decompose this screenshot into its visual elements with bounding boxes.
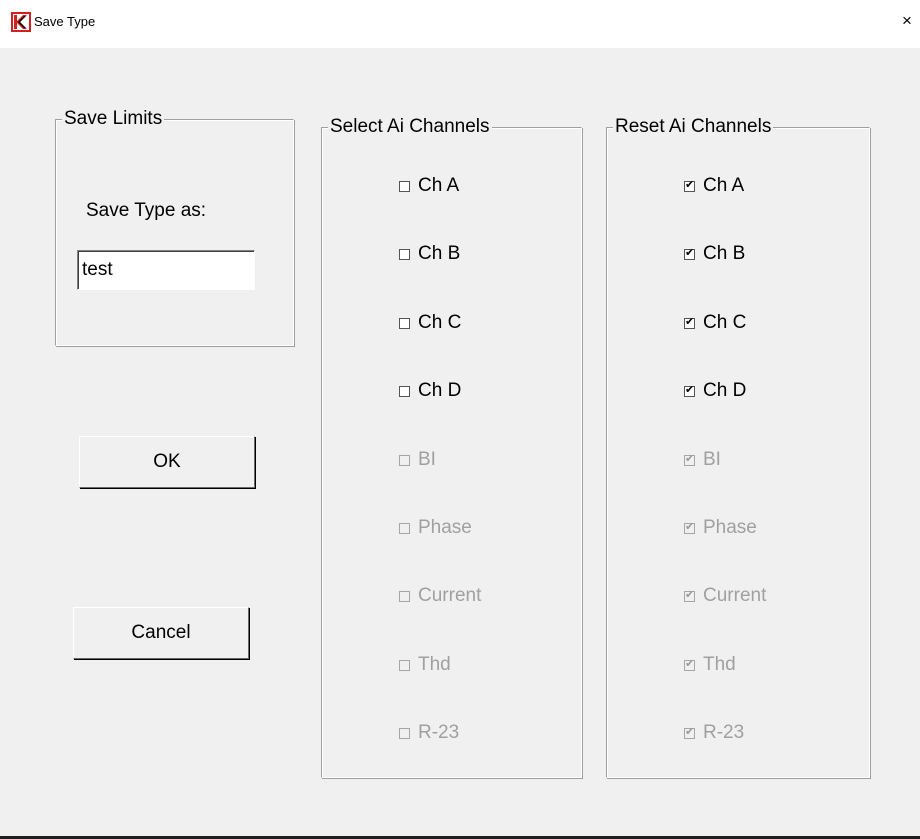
checkbox-square[interactable] <box>399 248 410 260</box>
window-title: Save Type <box>34 14 96 29</box>
check-mark-icon: ✔ <box>685 177 695 191</box>
check-mark-icon: ✔ <box>685 587 695 601</box>
check-mark-icon: ✔ <box>685 724 695 738</box>
reset-channels-group: Reset Ai Channels <box>606 116 870 778</box>
reset-channels-checkbox-ch-c[interactable]: ✔ Ch C <box>684 310 746 336</box>
select-channels-checkbox-current: Current <box>399 583 481 609</box>
check-mark-icon: ✔ <box>685 382 695 396</box>
checkbox-label: Ch D <box>703 380 747 401</box>
select-channels-checkbox-r-23: R-23 <box>399 720 459 746</box>
save-type-dialog: Save Type × Save Limits Save Type as: OK… <box>0 0 920 839</box>
checkbox-label: Ch A <box>703 175 745 196</box>
checkbox-square <box>399 454 410 466</box>
title-bar[interactable]: Save Type × <box>0 0 920 48</box>
checkbox-square[interactable]: ✔ <box>684 177 695 192</box>
checkbox-label: Phase <box>418 517 472 538</box>
save-type-input[interactable] <box>77 250 255 290</box>
checkbox-square[interactable]: ✔ <box>684 382 695 397</box>
check-mark-icon: ✔ <box>685 314 695 328</box>
checkbox-label: R-23 <box>418 722 460 743</box>
checkbox-square[interactable] <box>399 385 410 397</box>
select-channels-checkbox-thd: Thd <box>399 652 451 678</box>
reset-channels-checkbox-ch-b[interactable]: ✔ Ch B <box>684 241 745 267</box>
checkbox-square <box>399 590 410 602</box>
checkbox-square <box>399 522 410 534</box>
select-channels-checkbox-ch-a[interactable]: Ch A <box>399 173 459 199</box>
checkbox-square[interactable] <box>399 317 410 329</box>
checkbox-label: BI <box>703 449 721 470</box>
select-channels-checkbox-ch-b[interactable]: Ch B <box>399 241 460 267</box>
checkbox-label: Ch C <box>418 312 462 333</box>
select-channels-checkbox-bi: BI <box>399 447 436 473</box>
reset-channels-checkbox-bi: ✔ BI <box>684 447 721 473</box>
select-channels-checkbox-phase: Phase <box>399 515 472 541</box>
checkbox-label: Ch B <box>418 243 461 264</box>
reset-channels-checkbox-phase: ✔ Phase <box>684 515 757 541</box>
checkbox-square[interactable]: ✔ <box>684 245 695 260</box>
select-channels-checkbox-ch-d[interactable]: Ch D <box>399 378 461 404</box>
checkbox-label: Phase <box>703 517 757 538</box>
checkbox-label: Current <box>703 585 767 606</box>
checkbox-label: Current <box>418 585 482 606</box>
checkbox-label: BI <box>418 449 436 470</box>
save-limits-group: Save Limits <box>55 108 294 346</box>
check-mark-icon: ✔ <box>685 519 695 533</box>
checkbox-label: Thd <box>703 654 736 675</box>
select-channels-legend: Select Ai Channels <box>328 116 492 138</box>
checkbox-label: Ch B <box>703 243 746 264</box>
checkbox-label: R-23 <box>703 722 745 743</box>
save-limits-legend: Save Limits <box>62 108 165 130</box>
checkbox-square: ✔ <box>684 724 695 739</box>
checkbox-label: Ch A <box>418 175 460 196</box>
reset-channels-checkbox-thd: ✔ Thd <box>684 652 736 678</box>
checkbox-label: Ch C <box>703 312 747 333</box>
reset-channels-legend: Reset Ai Channels <box>613 116 774 138</box>
checkbox-square[interactable] <box>399 180 410 192</box>
close-icon[interactable]: × <box>898 10 916 32</box>
checkbox-square: ✔ <box>684 519 695 534</box>
check-mark-icon: ✔ <box>685 451 695 465</box>
app-logo-icon <box>11 12 31 32</box>
reset-channels-checkbox-ch-d[interactable]: ✔ Ch D <box>684 378 746 404</box>
checkbox-square[interactable]: ✔ <box>684 314 695 329</box>
checkbox-square: ✔ <box>684 451 695 466</box>
ok-button[interactable]: OK <box>79 436 255 488</box>
checkbox-square: ✔ <box>684 656 695 671</box>
reset-channels-checkbox-current: ✔ Current <box>684 583 766 609</box>
save-type-label: Save Type as: <box>86 200 207 221</box>
cancel-button[interactable]: Cancel <box>73 607 249 659</box>
check-mark-icon: ✔ <box>685 656 695 670</box>
checkbox-label: Ch D <box>418 380 462 401</box>
checkbox-square <box>399 659 410 671</box>
select-channels-group: Select Ai Channels <box>321 116 582 778</box>
select-channels-checkbox-ch-c[interactable]: Ch C <box>399 310 461 336</box>
checkbox-square: ✔ <box>684 587 695 602</box>
reset-channels-checkbox-ch-a[interactable]: ✔ Ch A <box>684 173 744 199</box>
check-mark-icon: ✔ <box>685 245 695 259</box>
checkbox-square <box>399 727 410 739</box>
checkbox-label: Thd <box>418 654 451 675</box>
reset-channels-checkbox-r-23: ✔ R-23 <box>684 720 744 746</box>
